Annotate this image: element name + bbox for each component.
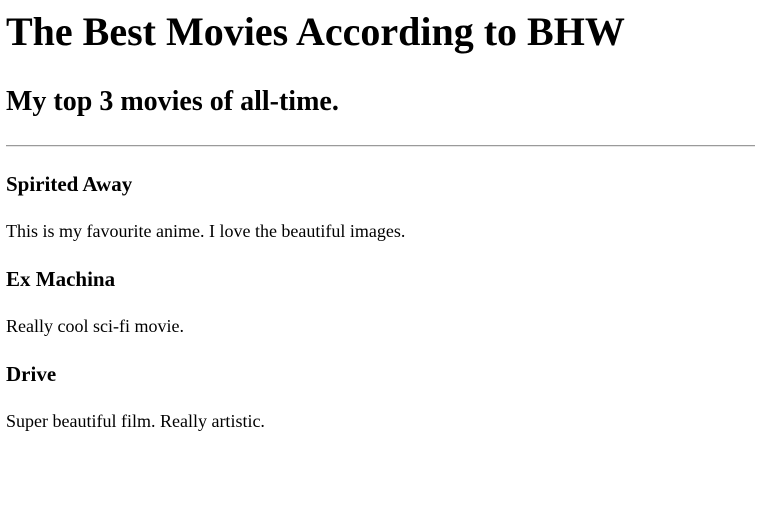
divider (6, 145, 755, 147)
movie-item: Spirited Away This is my favourite anime… (6, 172, 755, 242)
movie-title: Drive (6, 362, 57, 386)
movie-title: Spirited Away (6, 172, 133, 196)
movie-description: Super beautiful film. Really artistic. (6, 411, 265, 431)
page-content: The Best Movies According to BHW My top … (0, 0, 763, 432)
page-title: The Best Movies According to BHW (6, 9, 625, 54)
movie-description: This is my favourite anime. I love the b… (6, 221, 406, 241)
page-subtitle: My top 3 movies of all-time. (6, 86, 339, 117)
movie-description: Really cool sci-fi movie. (6, 316, 184, 336)
movie-item: Drive Super beautiful film. Really artis… (6, 362, 755, 432)
movie-item: Ex Machina Really cool sci-fi movie. (6, 267, 755, 337)
movie-list: Spirited Away This is my favourite anime… (6, 172, 755, 432)
movie-title: Ex Machina (6, 267, 116, 291)
